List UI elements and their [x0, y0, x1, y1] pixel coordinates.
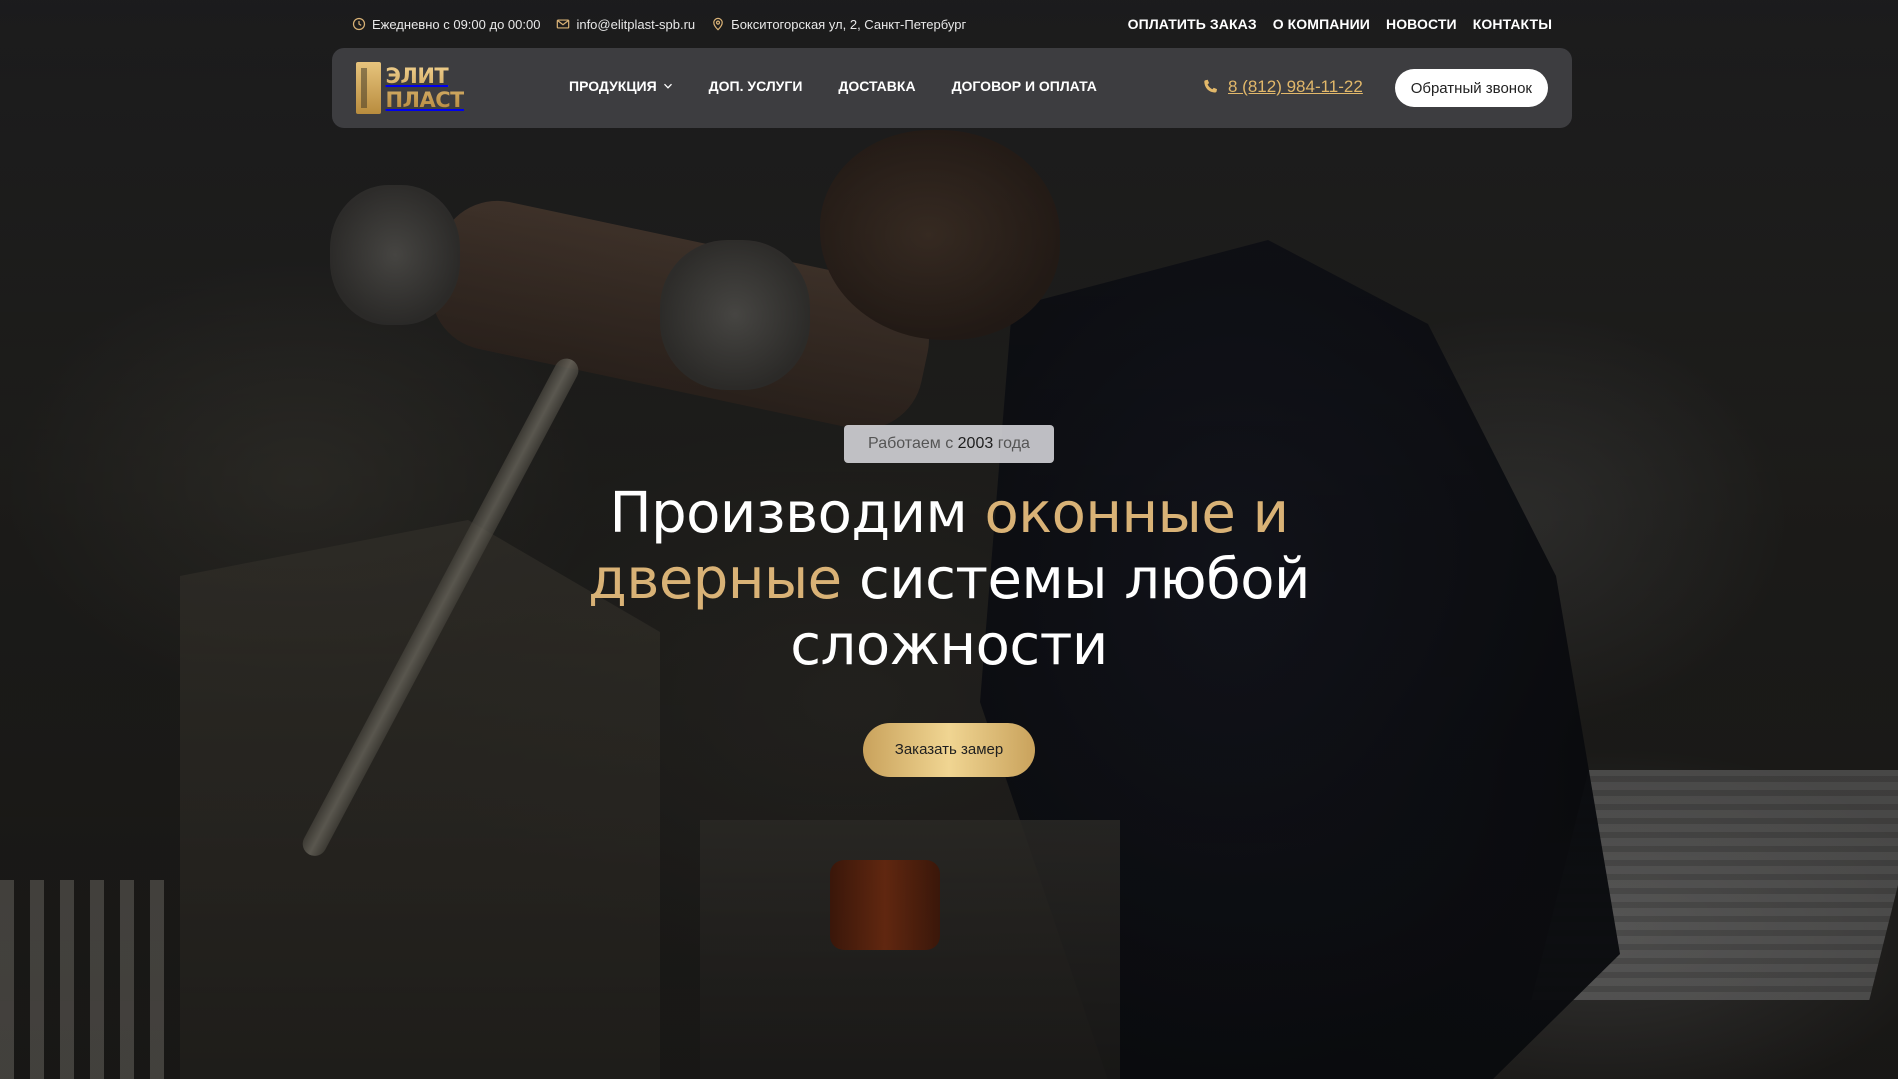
- address: Бокситогорская ул, 2, Санкт-Петербург: [711, 17, 966, 32]
- logo-door-icon: [356, 62, 382, 114]
- hero-title-part-2: системы любой сложности: [790, 547, 1310, 678]
- working-hours: Ежедневно с 09:00 до 00:00: [352, 17, 540, 32]
- about-company-link[interactable]: О КОМПАНИИ: [1273, 16, 1370, 32]
- hero-title-part-1: Производим: [609, 481, 985, 546]
- hero-section: Работаем с 2003 года Производим оконные …: [0, 425, 1898, 777]
- logo-line-1: ЭЛИТ: [385, 64, 449, 88]
- phone-number: 8 (812) 984-11-22: [1228, 77, 1363, 96]
- mail-icon: [557, 19, 570, 29]
- nav-item-delivery[interactable]: ДОСТАВКА: [838, 78, 915, 94]
- since-badge: Работаем с 2003 года: [844, 425, 1054, 463]
- site-logo[interactable]: ЭЛИТ ПЛАСТ: [356, 60, 464, 116]
- logo-line-2: ПЛАСТ: [385, 88, 464, 112]
- hero-title: Производим оконные и дверные системы люб…: [539, 481, 1359, 679]
- nav-item-extra-services[interactable]: ДОП. УСЛУГИ: [709, 78, 803, 94]
- contacts-link[interactable]: КОНТАКТЫ: [1473, 16, 1552, 32]
- main-navbar: ЭЛИТ ПЛАСТ ПРОДУКЦИЯ ДОП. УСЛУГИ ДОСТАВК…: [332, 48, 1572, 128]
- contact-info: Ежедневно с 09:00 до 00:00 info@elitplas…: [352, 17, 966, 32]
- phone-icon: [1204, 79, 1217, 93]
- location-pin-icon: [713, 17, 723, 31]
- top-info-bar: Ежедневно с 09:00 до 00:00 info@elitplas…: [352, 14, 1552, 34]
- badge-year: 2003: [957, 435, 994, 452]
- primary-menu: ПРОДУКЦИЯ ДОП. УСЛУГИ ДОСТАВКА ДОГОВОР И…: [569, 78, 1097, 94]
- working-hours-text: Ежедневно с 09:00 до 00:00: [372, 16, 541, 32]
- nav-item-contract-payment[interactable]: ДОГОВОР И ОПЛАТА: [952, 78, 1097, 94]
- chevron-down-icon: [663, 83, 672, 89]
- news-link[interactable]: НОВОСТИ: [1386, 16, 1457, 32]
- badge-prefix: Работаем с: [868, 435, 954, 452]
- nav-item-label: ПРОДУКЦИЯ: [569, 78, 657, 94]
- phone-link[interactable]: 8 (812) 984-11-22: [1202, 77, 1363, 97]
- nav-item-products[interactable]: ПРОДУКЦИЯ: [569, 78, 673, 94]
- email-text[interactable]: info@elitplast-spb.ru: [576, 17, 695, 32]
- address-text: Бокситогорская ул, 2, Санкт-Петербург: [731, 16, 967, 32]
- logo-text: ЭЛИТ ПЛАСТ: [385, 64, 464, 112]
- email-link[interactable]: info@elitplast-spb.ru: [556, 17, 695, 32]
- clock-icon: [352, 17, 366, 31]
- callback-button[interactable]: Обратный звонок: [1394, 69, 1548, 107]
- badge-suffix: года: [997, 435, 1030, 452]
- top-nav-links: ОПЛАТИТЬ ЗАКАЗ О КОМПАНИИ НОВОСТИ КОНТАК…: [1128, 16, 1552, 32]
- order-measurement-button[interactable]: Заказать замер: [862, 723, 1036, 777]
- pay-order-link[interactable]: ОПЛАТИТЬ ЗАКАЗ: [1128, 16, 1257, 32]
